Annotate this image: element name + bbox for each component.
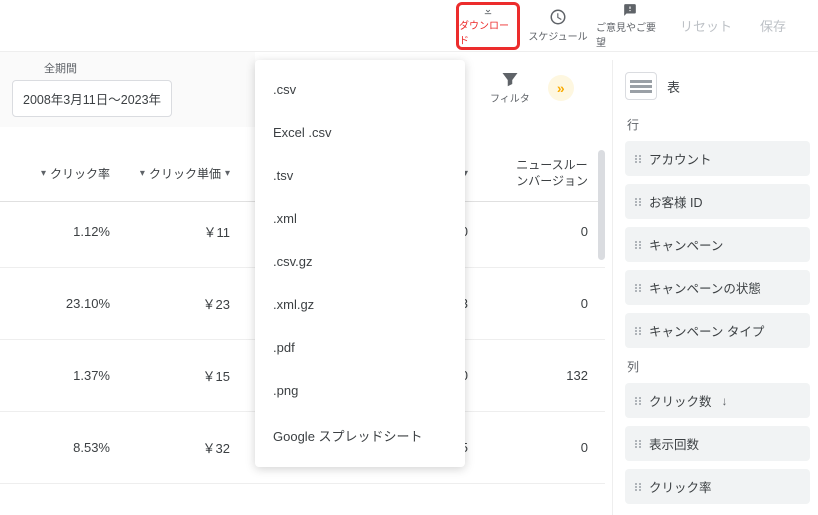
filter-button[interactable]: フィルタ: [490, 70, 530, 105]
reset-button[interactable]: リセット: [668, 16, 744, 35]
sort-arrow-icon: ▾: [225, 168, 230, 179]
download-menu-item[interactable]: .tsv: [255, 154, 465, 197]
date-range-picker[interactable]: 2008年3月11日～2023年: [12, 80, 172, 117]
chart-type-selector[interactable]: 表: [625, 72, 810, 100]
col-newsroom[interactable]: ニュースルー ンバージョン: [478, 158, 598, 189]
chip-label: クリック率: [649, 477, 712, 496]
filter-icon: [501, 70, 519, 88]
dimension-chip[interactable]: お客様 ID: [625, 184, 810, 219]
download-menu-item[interactable]: .png: [255, 369, 465, 412]
download-menu-item[interactable]: Excel .csv: [255, 111, 465, 154]
side-panel: 表 行 アカウントお客様 ID キャンペーンキャンペーンの状態キャンペーン タイプ…: [612, 60, 818, 515]
chevron-right-icon: »: [557, 80, 565, 96]
chart-type-label: 表: [667, 77, 680, 96]
rows-section-label: 行: [627, 116, 810, 133]
dimension-chip[interactable]: アカウント: [625, 141, 810, 176]
cell-ctr: 8.53%: [0, 440, 120, 455]
table-scrollbar[interactable]: [598, 148, 605, 368]
col-cpc[interactable]: ▾クリック単価▾: [120, 158, 240, 189]
dimension-chip[interactable]: キャンペーン タイプ: [625, 313, 810, 348]
metric-chip[interactable]: クリック率: [625, 469, 810, 504]
chip-label: お客様 ID: [649, 192, 702, 211]
chip-label: クリック数: [649, 391, 712, 410]
drag-handle-icon: [635, 198, 643, 206]
date-range-label: 全期間: [44, 60, 77, 76]
filter-zone: フィルタ »: [490, 70, 574, 105]
drag-handle-icon: [635, 284, 643, 292]
cell-cpc: ￥15: [120, 366, 240, 385]
scrollbar-thumb[interactable]: [598, 150, 605, 260]
metric-chip[interactable]: クリック数 ↓: [625, 383, 810, 418]
dimension-chip[interactable]: キャンペーンの状態: [625, 270, 810, 305]
drag-handle-icon: [635, 440, 643, 448]
download-menu-item[interactable]: .xml.gz: [255, 283, 465, 326]
expand-button[interactable]: »: [548, 75, 574, 101]
dimension-chip[interactable]: キャンペーン: [625, 227, 810, 262]
drag-handle-icon: [635, 483, 643, 491]
filter-label: フィルタ: [490, 90, 530, 105]
download-menu-item[interactable]: Google スプレッドシート: [255, 412, 465, 459]
download-icon: [479, 5, 497, 16]
download-menu-item[interactable]: .csv: [255, 68, 465, 111]
chip-label: キャンペーン タイプ: [649, 321, 764, 340]
sort-down-icon: ↓: [722, 394, 728, 408]
download-button[interactable]: ダウンロード: [456, 2, 520, 50]
chip-label: 表示回数: [649, 434, 699, 453]
download-menu-item[interactable]: .xml: [255, 197, 465, 240]
chip-label: アカウント: [649, 149, 712, 168]
drag-handle-icon: [635, 327, 643, 335]
download-menu-item[interactable]: .pdf: [255, 326, 465, 369]
drag-handle-icon: [635, 241, 643, 249]
table-type-icon: [625, 72, 657, 100]
cell-newsroom: 0: [478, 440, 598, 455]
download-label: ダウンロード: [459, 17, 517, 47]
drag-handle-icon: [635, 397, 643, 405]
feedback-button[interactable]: ご意見やご要望: [596, 3, 664, 49]
download-menu: .csvExcel .csv.tsv.xml.csv.gz.xml.gz.pdf…: [255, 60, 465, 467]
cell-cpc: ￥23: [120, 294, 240, 313]
cell-ctr: 1.37%: [0, 368, 120, 383]
metric-chip[interactable]: 表示回数: [625, 426, 810, 461]
cell-newsroom: 0: [478, 224, 598, 239]
cell-ctr: 1.12%: [0, 224, 120, 239]
schedule-button[interactable]: スケジュール: [524, 3, 592, 49]
cell-newsroom: 132: [478, 368, 598, 383]
drag-handle-icon: [635, 155, 643, 163]
col-ctr[interactable]: ▾クリック率: [0, 158, 120, 189]
chip-label: キャンペーンの状態: [649, 278, 761, 297]
cell-ctr: 23.10%: [0, 296, 120, 311]
cols-section-label: 列: [627, 358, 810, 375]
download-menu-item[interactable]: .csv.gz: [255, 240, 465, 283]
cell-cpc: ￥32: [120, 438, 240, 457]
schedule-label: スケジュール: [528, 28, 587, 43]
chip-label: キャンペーン: [649, 235, 723, 254]
cell-newsroom: 0: [478, 296, 598, 311]
sort-arrow-icon: ▾: [41, 168, 46, 179]
save-button[interactable]: 保存: [748, 16, 798, 35]
cell-cpc: ￥11: [120, 222, 240, 241]
clock-icon: [549, 8, 567, 26]
feedback-icon: [621, 3, 639, 17]
date-range-zone: 全期間 2008年3月11日～2023年: [0, 52, 255, 127]
top-toolbar: ダウンロード スケジュール ご意見やご要望 リセット 保存: [0, 0, 818, 52]
sort-arrow-icon: ▾: [140, 168, 145, 179]
feedback-label: ご意見やご要望: [596, 19, 664, 49]
